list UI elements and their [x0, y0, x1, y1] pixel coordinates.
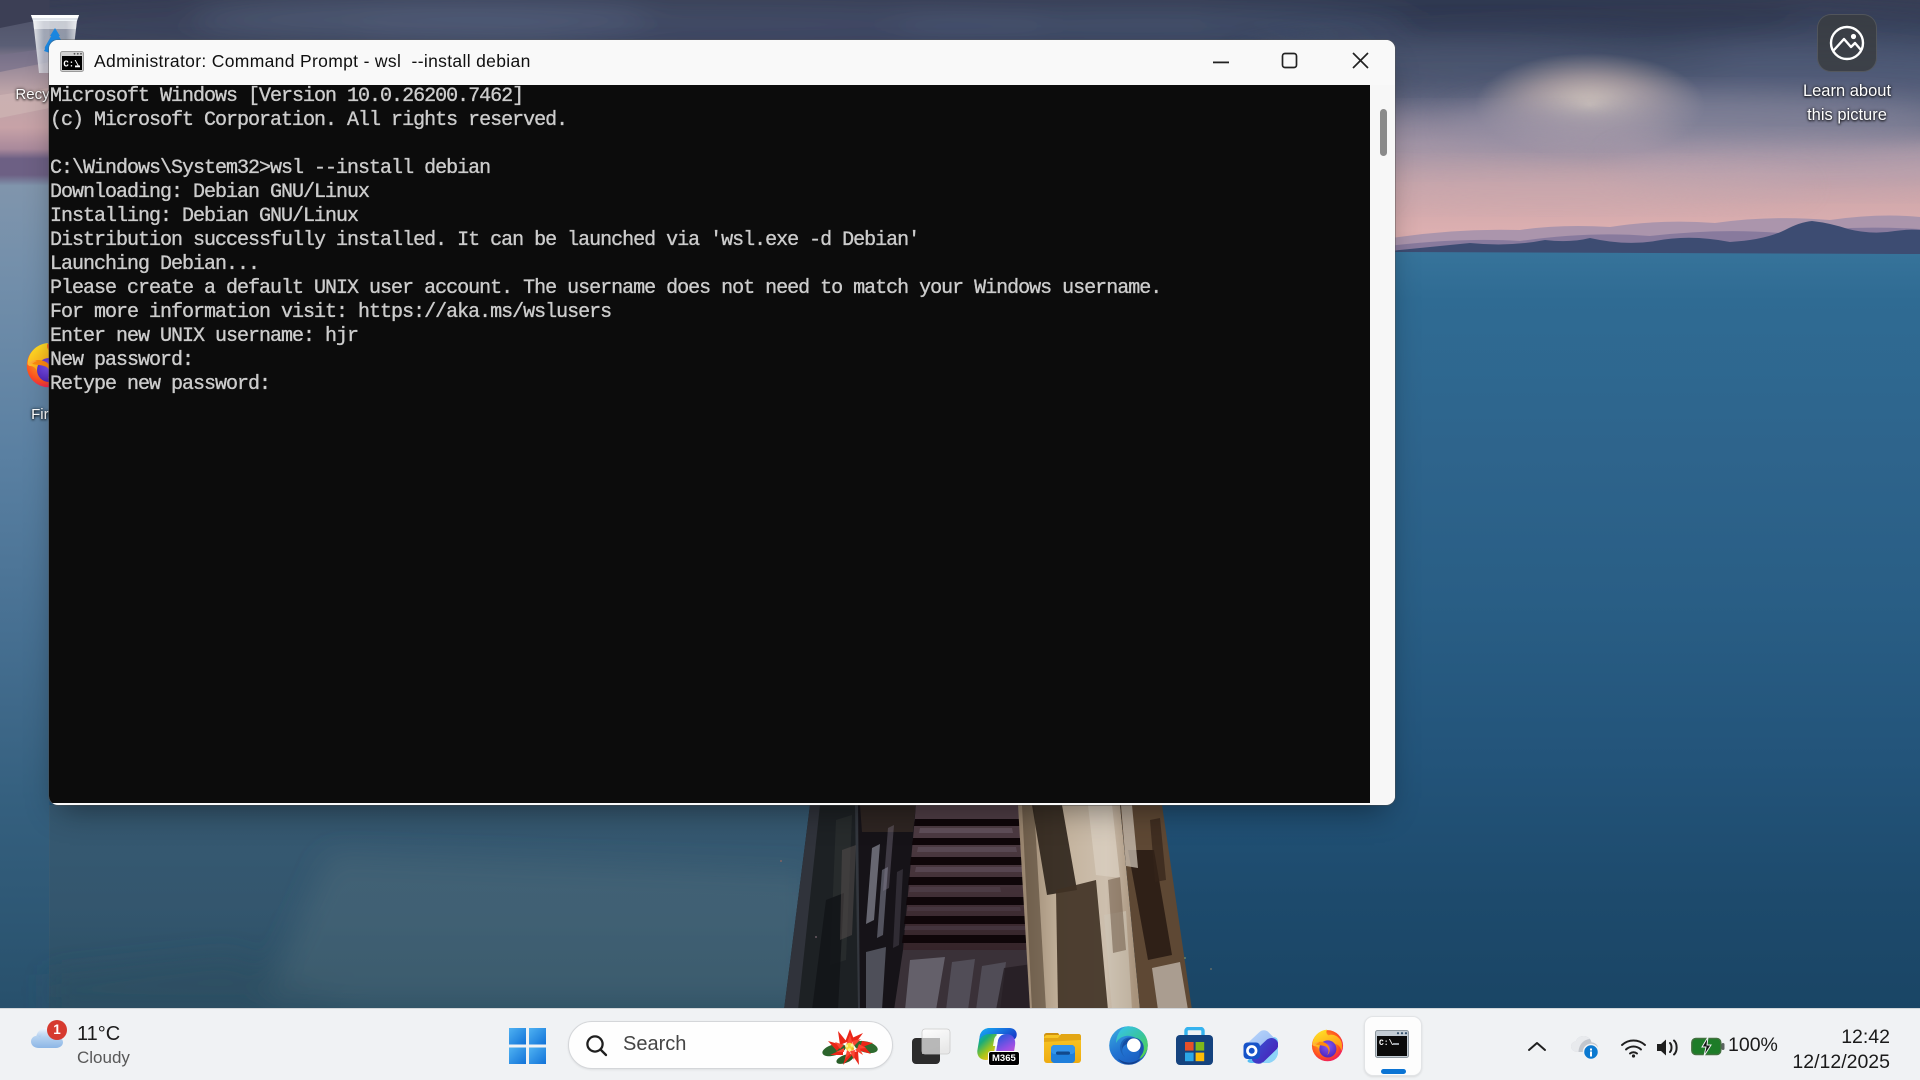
svg-text:C:\: C:\	[63, 60, 80, 70]
svg-text:C:\: C:\	[1379, 1039, 1394, 1048]
